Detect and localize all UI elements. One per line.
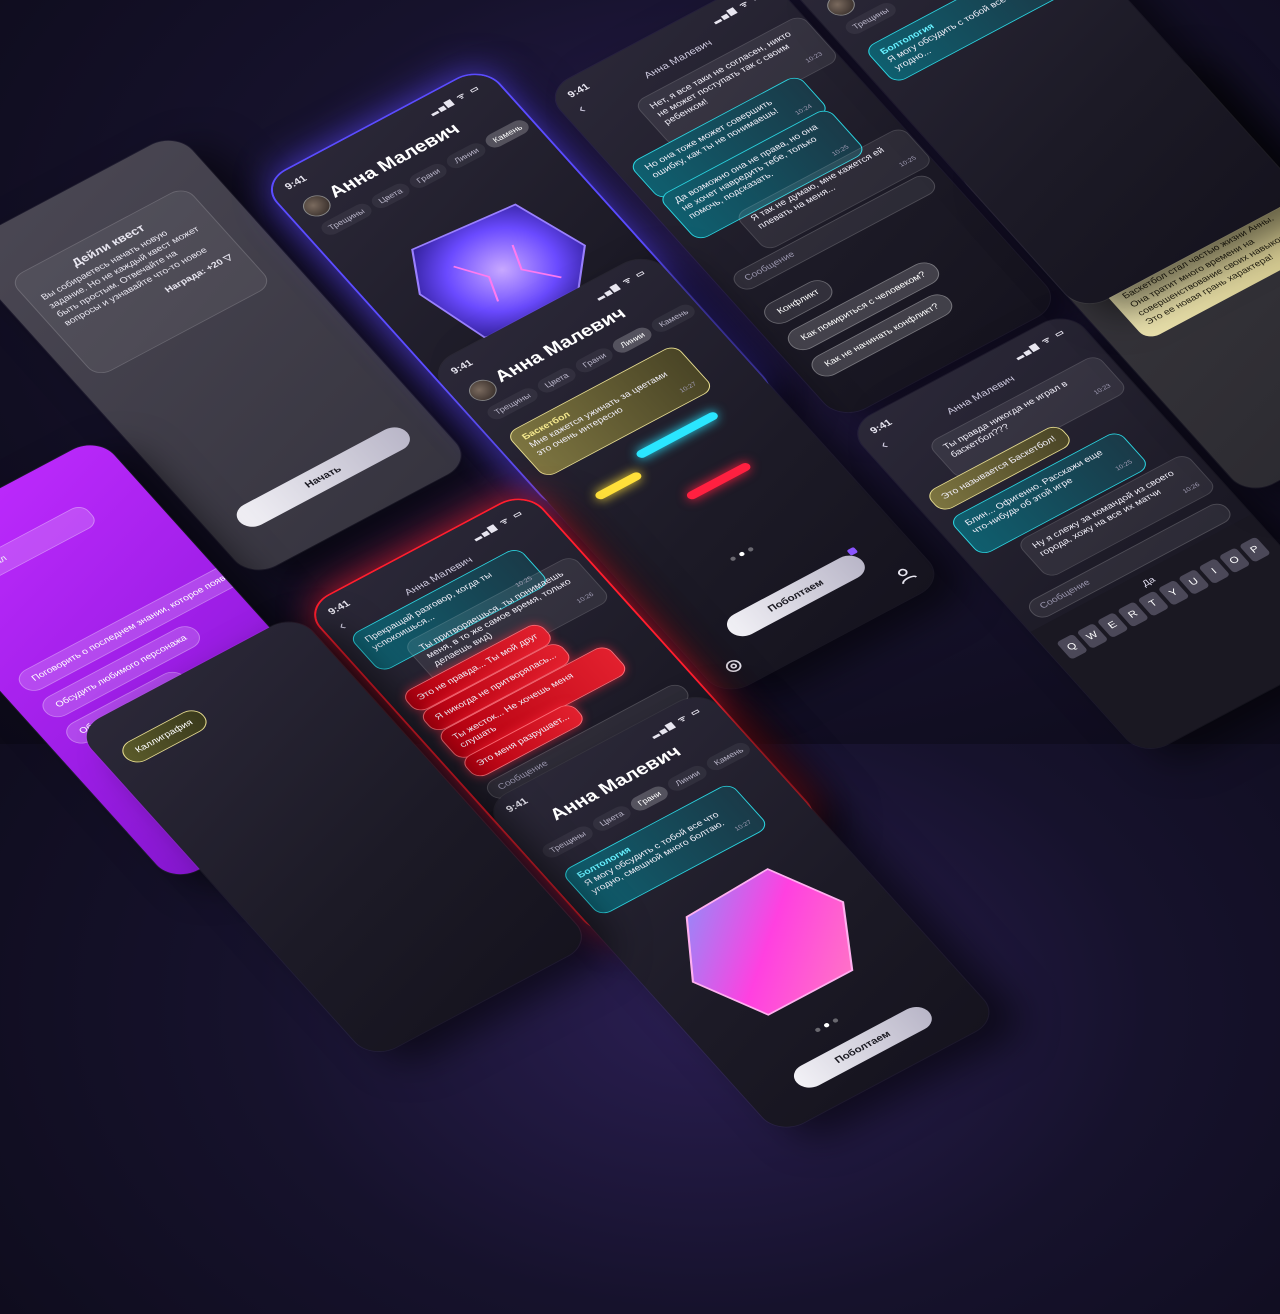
tab-colors[interactable]: Цвета (589, 803, 635, 834)
red-line (684, 461, 753, 501)
tab-cracks[interactable]: Трещины (538, 823, 597, 861)
status-time: 9:41 (565, 81, 593, 101)
quest-card: Дейли квест Вы собираетесь начать новую … (8, 185, 274, 379)
status-time: 9:41 (448, 358, 476, 377)
pager-dot (814, 1027, 822, 1033)
tab-stone[interactable]: Камень (703, 739, 754, 773)
quest-reward-value: +20 ▽ (204, 252, 236, 273)
pager-dot (738, 551, 746, 557)
status-time: 9:41 (325, 598, 353, 617)
pager-dots (814, 1017, 840, 1033)
crystal-body (685, 868, 854, 1016)
send-button[interactable]: Поболтаем (720, 550, 872, 642)
pager-dot (822, 1022, 831, 1029)
status-time: 9:41 (868, 417, 895, 436)
status-icons: ▂▄▆ ᯤ ▭ (427, 83, 483, 116)
pref-label: Уже пробовал (0, 553, 10, 592)
status-time: 9:41 (282, 173, 310, 192)
avatar[interactable] (297, 191, 336, 221)
pager-dot (747, 546, 755, 553)
yellow-line (593, 470, 644, 501)
tab-lines[interactable]: Линии (609, 324, 656, 356)
preference-card: Уже пробовал (0, 503, 100, 604)
avatar[interactable] (821, 0, 861, 20)
tab-facets[interactable]: Грани (406, 160, 451, 191)
pager-dot (831, 1017, 840, 1024)
phone-grid: Дейли квест Вы собираетесь начать новую … (0, 0, 1280, 1209)
status-time: 9:41 (503, 796, 531, 815)
send-button[interactable]: Поболтаем (787, 1002, 938, 1093)
profile-icon[interactable] (889, 563, 921, 588)
pager-dot (729, 555, 737, 562)
tab-stone[interactable]: Камень (482, 117, 533, 151)
start-button[interactable]: Начать (230, 422, 417, 532)
showcase-canvas: { "status_time": "9:41", "status_icons":… (0, 0, 1280, 1136)
gear-icon[interactable] (717, 654, 749, 679)
tab-lines[interactable]: Линии (443, 140, 490, 171)
tab-colors[interactable]: Цвета (367, 180, 414, 211)
tab-stone[interactable]: Камень (648, 301, 699, 335)
tab-facets[interactable]: Грани (627, 783, 672, 814)
tab-lines[interactable]: Линии (664, 762, 711, 794)
tab-facets[interactable]: Грани (572, 345, 617, 376)
tab-colors[interactable]: Цвета (534, 365, 580, 396)
suggestion-word[interactable]: Да (1140, 576, 1157, 589)
avatar[interactable] (463, 375, 503, 405)
interest-chip[interactable]: Каллиграфия (116, 706, 213, 767)
pager-dots (729, 546, 755, 562)
